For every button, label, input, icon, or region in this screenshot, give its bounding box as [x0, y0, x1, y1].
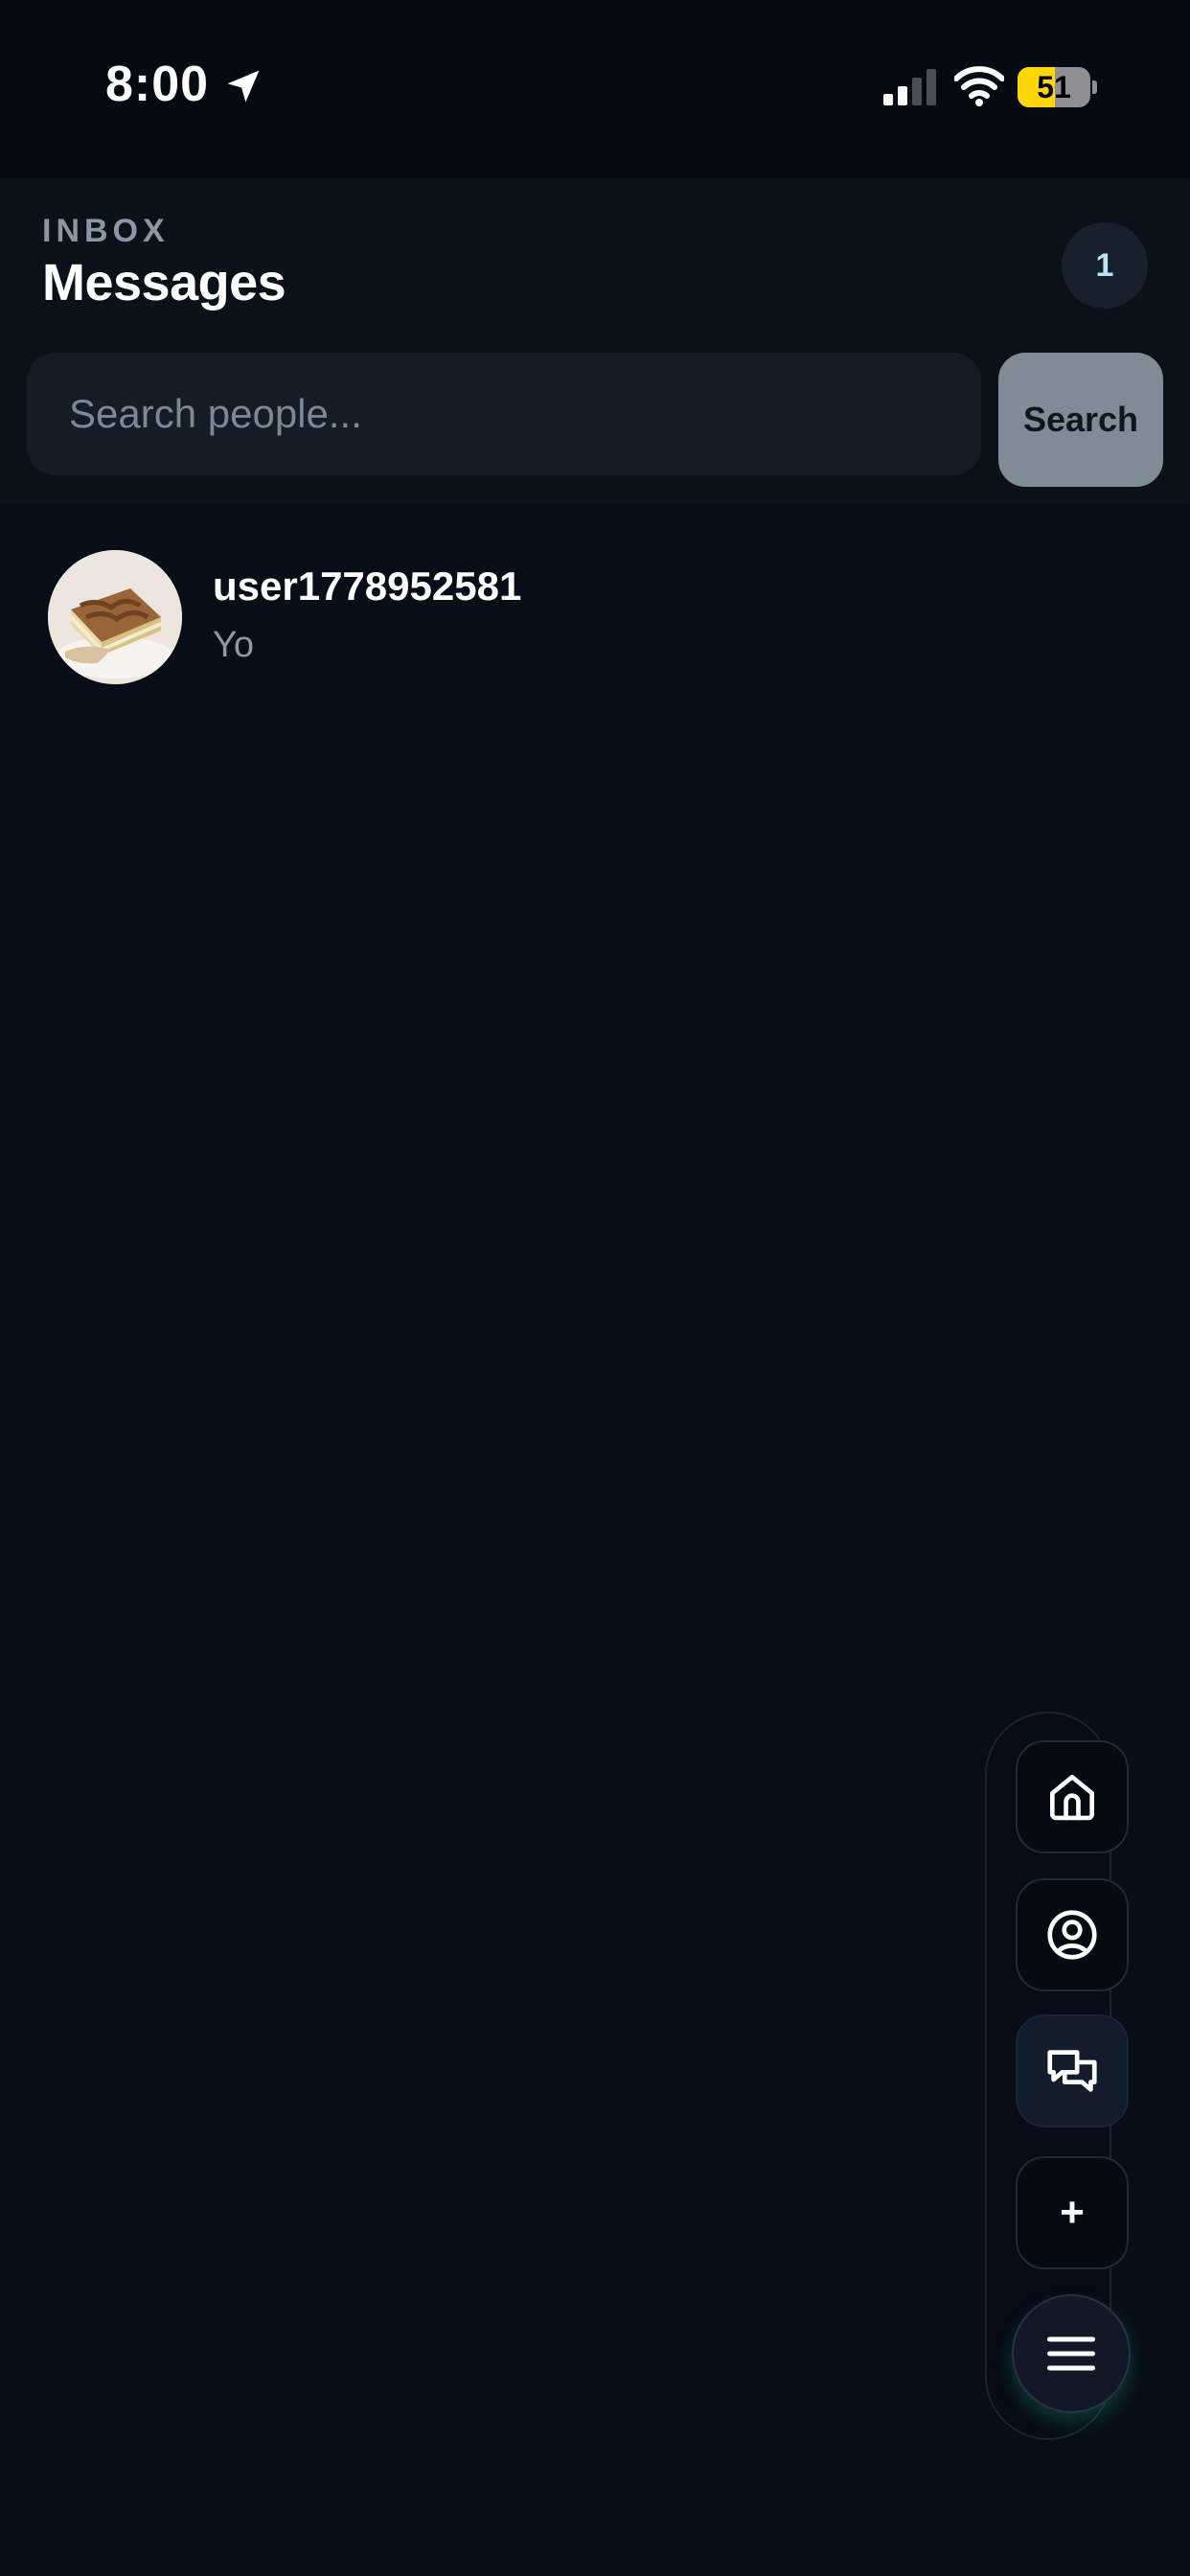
search-button[interactable]: Search — [998, 353, 1163, 487]
menu-button[interactable] — [1012, 2294, 1131, 2413]
conversation-preview: Yo — [213, 625, 254, 665]
plus-icon: + — [1060, 2189, 1085, 2236]
status-time: 8:00 — [105, 57, 210, 112]
header-eyebrow: INBOX — [42, 213, 170, 249]
cellular-signal-icon — [883, 69, 936, 105]
home-button[interactable] — [1016, 1740, 1129, 1853]
profile-button[interactable] — [1016, 1878, 1129, 1991]
location-arrow-icon — [227, 70, 260, 103]
conversation-count-badge: 1 — [1062, 222, 1148, 309]
conversation-name: user1778952581 — [213, 564, 522, 609]
search-input[interactable] — [27, 353, 981, 475]
create-button[interactable]: + — [1016, 2156, 1129, 2269]
dessert-photo-avatar — [48, 550, 182, 684]
conversation-list-item[interactable]: user1778952581 Yo — [0, 537, 1190, 694]
status-bar: 8:00 51 — [0, 0, 1190, 178]
messages-button[interactable] — [1016, 2014, 1129, 2128]
hamburger-menu-icon — [1047, 2336, 1095, 2371]
battery-icon: 51 — [1018, 67, 1097, 107]
messages-screen: 8:00 51 INBOX Messages 1 Search people..… — [0, 0, 1190, 2576]
home-icon — [1050, 1775, 1094, 1821]
wifi-icon — [954, 66, 1004, 106]
battery-percentage: 51 — [1037, 70, 1071, 104]
chat-bubbles-icon — [1047, 2050, 1097, 2092]
profile-icon — [1047, 1910, 1097, 1960]
avatar — [48, 550, 182, 684]
page-title: Messages — [42, 254, 286, 311]
